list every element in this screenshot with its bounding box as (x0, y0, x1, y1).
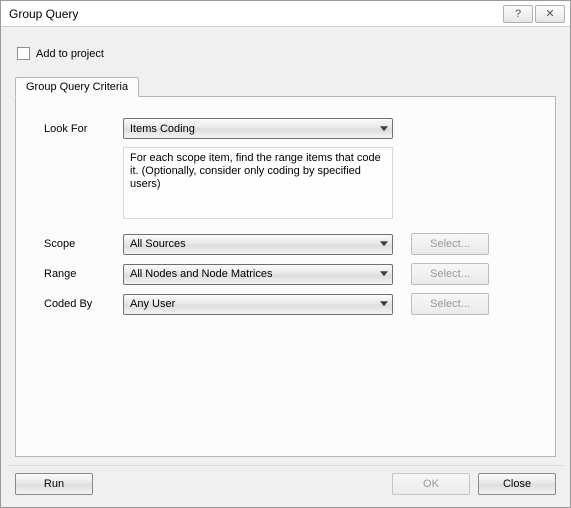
scope-label: Scope (28, 238, 123, 250)
coded-by-select-button: Select... (411, 293, 489, 315)
add-to-project-label: Add to project (36, 48, 104, 60)
close-button[interactable]: Close (478, 473, 556, 495)
coded-by-value: Any User (130, 298, 175, 310)
tab-label: Group Query Criteria (26, 81, 128, 93)
titlebar: Group Query ? ✕ (1, 1, 570, 27)
range-label: Range (28, 268, 123, 280)
help-button[interactable]: ? (503, 5, 533, 23)
chevron-down-icon (380, 241, 388, 246)
dialog-footer: Run OK Close (7, 465, 564, 501)
scope-select-button: Select... (411, 233, 489, 255)
look-for-value: Items Coding (130, 123, 195, 135)
description-box: For each scope item, find the range item… (123, 147, 393, 219)
run-button[interactable]: Run (15, 473, 93, 495)
tab-page: Look For Items Coding For each scope ite… (15, 96, 556, 457)
dialog-title: Group Query (9, 7, 501, 21)
range-select-button: Select... (411, 263, 489, 285)
scope-combo[interactable]: All Sources (123, 234, 393, 255)
tab-area: Group Query Criteria Look For Items Codi… (15, 77, 556, 457)
add-to-project-row: Add to project (7, 33, 564, 70)
ok-label: OK (423, 478, 439, 490)
scope-row: Scope All Sources Select... (28, 233, 543, 255)
chevron-down-icon (380, 301, 388, 306)
range-value: All Nodes and Node Matrices (130, 268, 272, 280)
coded-by-row: Coded By Any User Select... (28, 293, 543, 315)
close-icon: ✕ (545, 7, 554, 20)
select-label: Select... (430, 268, 470, 280)
coded-by-combo[interactable]: Any User (123, 294, 393, 315)
chevron-down-icon (380, 271, 388, 276)
look-for-combo[interactable]: Items Coding (123, 118, 393, 139)
dialog-group-query: Group Query ? ✕ Add to project Group Que… (0, 0, 571, 508)
range-row: Range All Nodes and Node Matrices Select… (28, 263, 543, 285)
close-label: Close (503, 478, 531, 490)
add-to-project-checkbox[interactable] (17, 47, 30, 60)
select-label: Select... (430, 298, 470, 310)
look-for-row: Look For Items Coding (28, 118, 543, 139)
help-icon: ? (515, 8, 521, 20)
tab-group-query-criteria[interactable]: Group Query Criteria (15, 77, 139, 97)
select-label: Select... (430, 238, 470, 250)
chevron-down-icon (380, 126, 388, 131)
tab-strip: Group Query Criteria (15, 77, 556, 97)
close-window-button[interactable]: ✕ (535, 5, 565, 23)
scope-value: All Sources (130, 238, 186, 250)
range-combo[interactable]: All Nodes and Node Matrices (123, 264, 393, 285)
look-for-label: Look For (28, 123, 123, 135)
coded-by-label: Coded By (28, 298, 123, 310)
ok-button: OK (392, 473, 470, 495)
dialog-body: Add to project Group Query Criteria Look… (7, 33, 564, 461)
run-label: Run (44, 478, 64, 490)
